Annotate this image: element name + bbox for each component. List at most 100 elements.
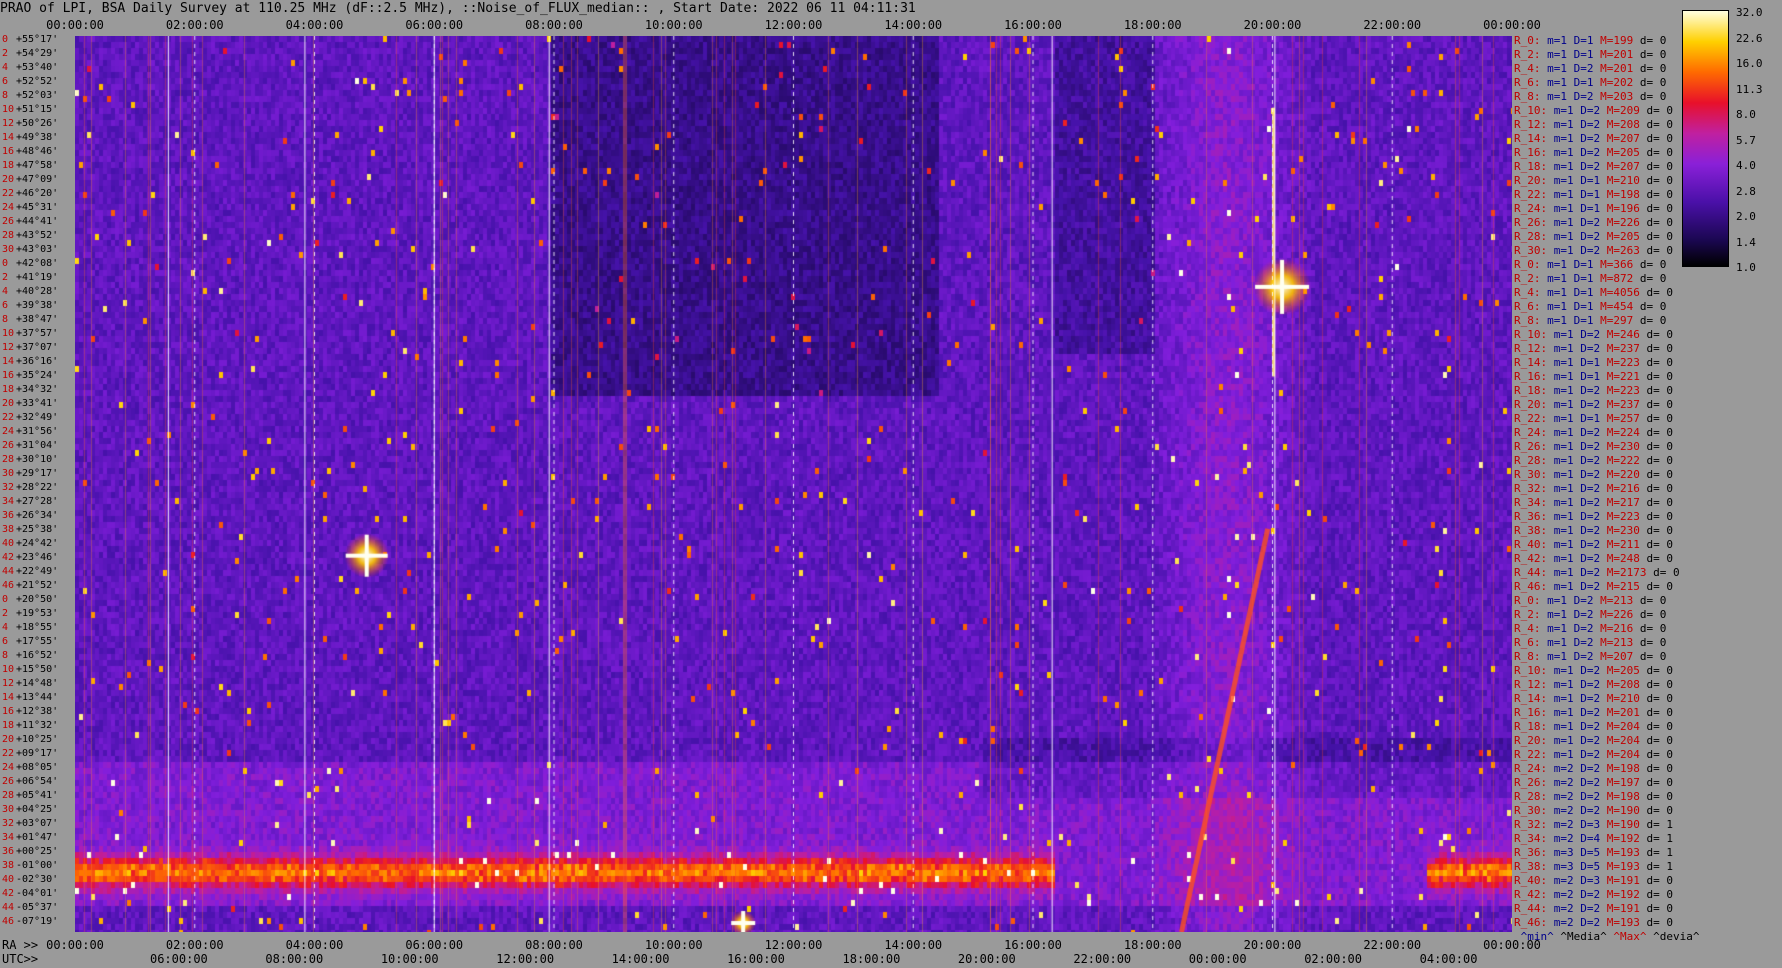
row-stat: R_10: m=1 D=2 M=205 d= 0 [1514,664,1673,677]
row-stat: R_6: m=1 D=2 M=213 d= 0 [1514,636,1666,649]
stat-field: R_30: [1514,468,1554,481]
ra-tick-label: 08:00:00 [525,938,583,952]
stat-field: R_38: [1514,524,1554,537]
stat-field: D=2 [1580,734,1607,747]
stat-field: m=1 [1553,538,1581,551]
plot-title: PRAO of LPI, BSA Daily Survey at 110.25 … [0,1,916,16]
beam-index: 0 [2,258,9,269]
beam-index: 16 [2,370,15,381]
row-stat: R_8: m=1 D=2 M=203 d= 0 [1514,90,1666,103]
utc-tick-label: 20:00:00 [957,952,1016,966]
row-stat: R_10: m=1 D=2 M=209 d= 0 [1514,104,1673,117]
stat-field: R_26: [1514,216,1554,229]
stat-field: m=1 [1547,48,1574,61]
beam-index: 38 [2,524,15,535]
stat-field: m=1 [1547,62,1574,75]
stat-field: M=199 [1600,34,1640,47]
row-stat: R_30: m=1 D=2 M=220 d= 0 [1514,468,1673,481]
stat-field: D=2 [1580,384,1607,397]
stat-field: m=1 [1553,104,1581,117]
stat-field: d= 0 [1646,552,1674,565]
stat-field: D=2 [1580,244,1607,257]
beam-index: 2 [2,608,9,619]
stat-field: m=1 [1553,678,1581,691]
stat-field: m=1 [1553,566,1581,579]
stat-field: m=1 [1547,650,1574,663]
stat-field: d= 0 [1646,146,1674,159]
stat-field: M=224 [1606,426,1647,439]
ra-tick-label: 06:00:00 [405,938,464,952]
dec-row-label: 18 +11°32' [2,720,58,732]
row-stat: R_14: m=1 D=2 M=207 d= 0 [1514,132,1673,145]
ra-tick-label: 20:00:00 [1243,938,1302,952]
colorbar-tick: 4.0 [1736,159,1756,172]
stat-field: D=2 [1580,790,1607,803]
stat-field: M=213 [1600,594,1640,607]
stat-field: m=1 [1553,454,1581,467]
beam-index: 40 [2,874,15,885]
row-stat: R_32: m=1 D=2 M=216 d= 0 [1514,482,1673,495]
stat-field: m=1 [1553,188,1581,201]
row-stat: R_18: m=1 D=2 M=223 d= 0 [1514,384,1673,397]
stat-field: M=210 [1606,174,1647,187]
stat-field: M=220 [1606,468,1647,481]
stat-field: M=193 [1606,846,1647,859]
top-tick-label: 00:00:00 [1483,18,1541,32]
declination-value: +05°41' [16,790,59,801]
ra-tick-label: 00:00:00 [1483,938,1541,952]
declination-value: -02°30' [16,874,59,885]
dec-row-label: 12 +14°48' [2,678,58,690]
stat-field: M=216 [1600,622,1640,635]
row-stat: R_24: m=1 D=1 M=196 d= 0 [1514,202,1673,215]
stat-field: D=1 [1580,356,1607,369]
stat-field: R_4: [1514,622,1548,635]
stat-field: d= 0 [1646,104,1674,117]
stat-field: m=1 [1553,482,1581,495]
beam-index: 12 [2,678,15,689]
beam-index: 8 [2,90,9,101]
beam-index: 34 [2,832,15,843]
ra-tick-label: 12:00:00 [764,938,823,952]
stat-field: D=1 [1573,48,1601,61]
dec-row-label: 6 +52°52' [2,76,58,88]
beam-index: 18 [2,160,15,171]
stat-field: D=1 [1580,188,1607,201]
stat-field: M=226 [1606,216,1647,229]
beam-index: 2 [2,48,9,59]
stat-field: d= 0 [1646,706,1674,719]
declination-value: -07°19' [16,916,59,927]
stat-field: R_26: [1514,776,1554,789]
stat-field: m=1 [1553,580,1581,593]
dec-row-label: 0 +42°08' [2,258,58,270]
row-stat: R_36: m=1 D=2 M=223 d= 0 [1514,510,1673,523]
stat-field: R_10: [1514,328,1554,341]
stat-field: m=1 [1553,328,1581,341]
stat-field: d= 0 [1639,76,1667,89]
stat-field: d= 0 [1646,524,1674,537]
stat-field: D=2 [1580,916,1607,929]
stat-field: d= 0 [1646,888,1674,901]
row-stat: R_40: m=2 D=3 M=191 d= 0 [1514,874,1673,887]
stat-field: R_28: [1514,790,1554,803]
stat-field: d= 0 [1639,594,1667,607]
stat-field: D=2 [1580,748,1607,761]
declination-value: +43°52' [16,230,59,241]
top-tick-label: 06:00:00 [405,18,464,32]
stat-field: d= 0 [1646,510,1674,523]
stat-field: D=1 [1573,314,1601,327]
stat-field: R_26: [1514,440,1554,453]
dec-row-label: 2 +19°53' [2,608,58,620]
dec-row-label: 14 +49°38' [2,132,58,144]
stat-field: m=2 [1553,916,1581,929]
declination-value: +23°46' [16,552,59,563]
stat-field: d= 0 [1639,622,1667,635]
dec-row-label: 30 +43°03' [2,244,58,256]
stat-field: d= 0 [1646,790,1674,803]
dec-row-label: 12 +37°07' [2,342,58,354]
dec-row-label: 30 +29°17' [2,468,58,480]
stat-field: m=1 [1553,706,1581,719]
stat-field: D=3 [1580,874,1607,887]
dec-row-label: 26 +44°41' [2,216,58,228]
beam-index: 6 [2,300,9,311]
stat-field: d= 0 [1646,762,1674,775]
